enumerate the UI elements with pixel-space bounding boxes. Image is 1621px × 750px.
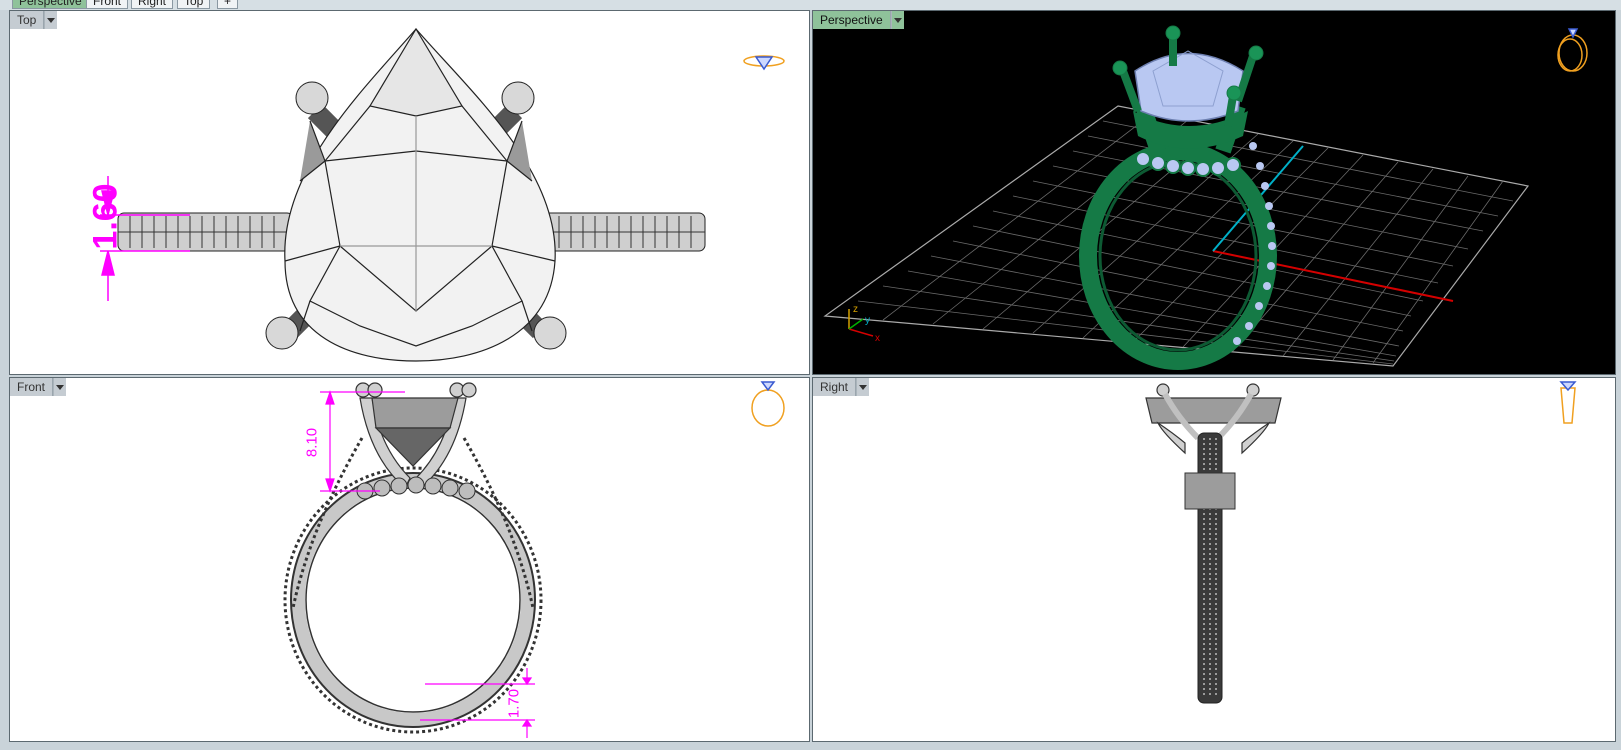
viewport-perspective[interactable]: z y x Perspective — [812, 10, 1616, 375]
add-tab-button[interactable]: + — [217, 0, 239, 9]
viewport-menu-arrow-icon[interactable] — [44, 11, 58, 29]
front-thumbnail-icon — [751, 381, 785, 427]
top-thumbnail-icon — [743, 55, 785, 71]
shank-left — [117, 212, 294, 252]
dimension-label-top: 1.60 — [86, 183, 125, 250]
right-shank — [1184, 432, 1236, 704]
perspective-view-model — [823, 25, 1588, 370]
axis-label-x: x — [875, 333, 880, 344]
axis-label-z: z — [853, 304, 858, 315]
dimension-label-front-lower: 1.70 — [505, 688, 523, 719]
viewport-tabs: Perspective Front Right Top + — [0, 0, 1621, 10]
rhino-viewport-layout: Perspective Front Right Top + 1.60 Top z… — [0, 0, 1621, 750]
viewport-title-top[interactable]: Top — [10, 11, 58, 29]
pear-gem — [284, 27, 556, 362]
front-ring-shank — [283, 466, 543, 734]
tab-top[interactable]: Top — [177, 0, 211, 9]
viewport-right[interactable]: Right — [812, 377, 1616, 742]
top-view-model — [100, 27, 785, 362]
viewport-title-front[interactable]: Front — [10, 378, 67, 396]
viewport-menu-arrow-icon[interactable] — [53, 378, 67, 396]
right-thumbnail-icon — [1559, 381, 1577, 424]
tab-right[interactable]: Right — [131, 0, 174, 9]
viewport-title-perspective[interactable]: Perspective — [813, 11, 904, 29]
shank-right — [534, 212, 706, 252]
right-view-model — [1145, 381, 1577, 704]
viewport-menu-arrow-icon[interactable] — [890, 11, 904, 29]
viewport-front[interactable]: 8.10 1.70 Front — [9, 377, 810, 742]
tab-perspective[interactable]: Perspective — [12, 0, 89, 9]
tab-front[interactable]: Front — [86, 0, 129, 9]
viewport-menu-arrow-icon[interactable] — [856, 378, 870, 396]
perspective-thumbnail-icon — [1557, 28, 1588, 72]
viewport-title-right[interactable]: Right — [813, 378, 870, 396]
dimension-label-front-upper: 8.10 — [303, 427, 321, 458]
viewport-top[interactable]: 1.60 Top — [9, 10, 810, 375]
axis-label-y: y — [865, 315, 870, 326]
front-view-model — [283, 381, 785, 738]
